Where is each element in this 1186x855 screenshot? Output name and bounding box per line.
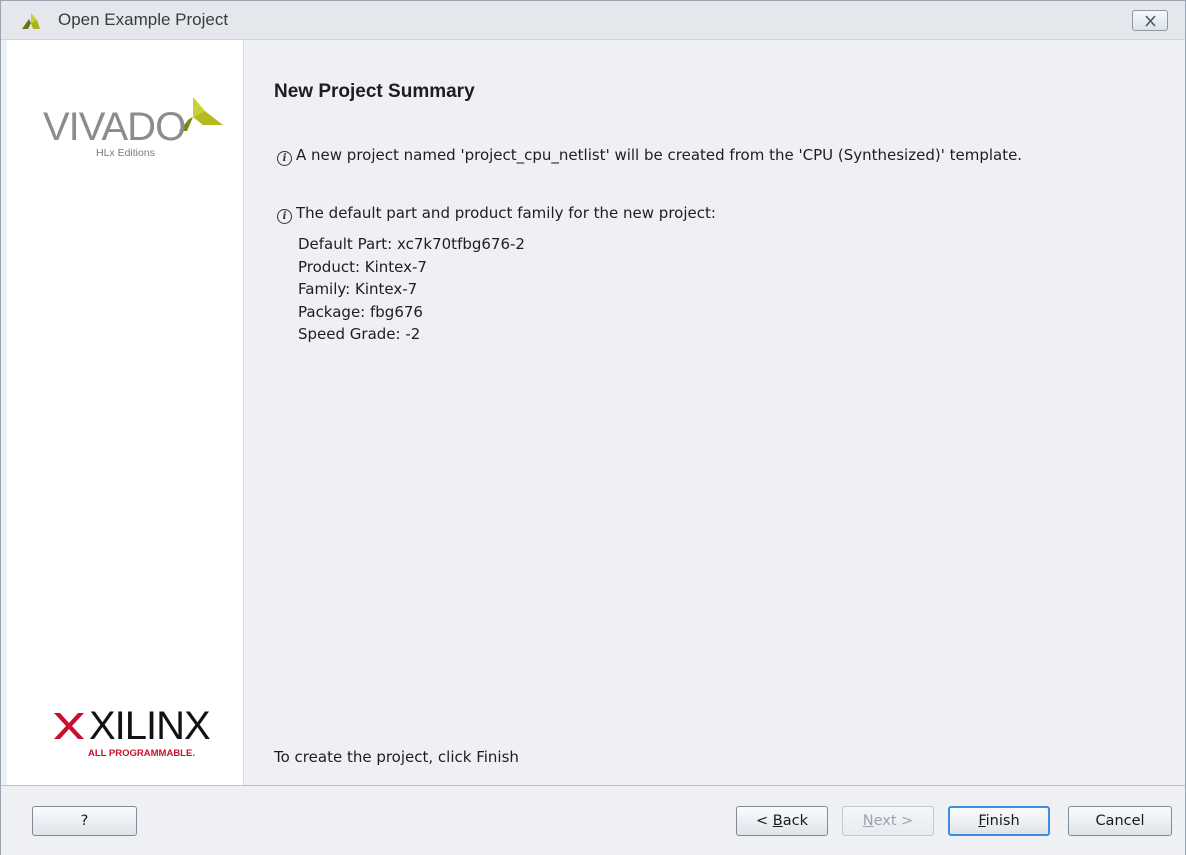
package-line: Package: fbg676: [298, 302, 423, 321]
part-info-message: i The default part and product family for…: [277, 204, 716, 224]
finish-rest: inish: [985, 813, 1020, 829]
window-title: Open Example Project: [58, 10, 229, 29]
vivado-logo-icon: [22, 13, 40, 29]
close-icon: [1145, 15, 1156, 27]
button-bar: ? < Back Next > Finish Cancel: [1, 785, 1185, 855]
back-rest: ack: [782, 813, 808, 829]
page-title: New Project Summary: [274, 81, 475, 102]
project-info-message: i A new project named 'project_cpu_netlis…: [277, 146, 1022, 166]
xilinx-mark-icon: [54, 713, 84, 739]
vivado-edition-text: HLx Editions: [96, 147, 155, 159]
content-panel: New Project Summary i A new project named…: [244, 40, 1185, 785]
info-icon: i: [277, 209, 292, 224]
vivado-logo: VIVADO HLx Editions: [43, 95, 233, 175]
back-prefix: <: [756, 813, 773, 829]
product-line: Product: Kintex-7: [298, 257, 427, 276]
close-button[interactable]: [1132, 10, 1168, 31]
family-line: Family: Kintex-7: [298, 280, 418, 298]
help-button[interactable]: ?: [32, 806, 137, 836]
xilinx-tagline: ALL PROGRAMMABLE.: [88, 748, 195, 759]
dialog-window: Open Example Project VIVADO HLx Editions…: [0, 0, 1186, 855]
back-button[interactable]: < Back: [736, 806, 828, 836]
vivado-wordmark: VIVADO: [43, 105, 186, 149]
next-mnemonic: N: [862, 813, 874, 829]
cancel-button[interactable]: Cancel: [1068, 806, 1172, 836]
title-bar[interactable]: Open Example Project: [1, 1, 1185, 40]
finish-mnemonic: F: [978, 813, 986, 829]
xilinx-logo: XILINX ALL PROGRAMMABLE.: [47, 704, 237, 778]
left-branding-panel: VIVADO HLx Editions XILINX ALL PROGRAMMA…: [7, 40, 244, 785]
back-mnemonic: B: [772, 813, 783, 829]
part-details: Default Part: xc7k70tfbg676-2 Product: K…: [298, 233, 525, 346]
project-info-text: A new project named 'project_cpu_netlist…: [296, 146, 1023, 164]
next-rest: ext >: [873, 813, 914, 829]
finish-button[interactable]: Finish: [948, 806, 1050, 836]
xilinx-wordmark: XILINX: [89, 704, 211, 748]
finish-hint: To create the project, click Finish: [274, 748, 519, 766]
next-button[interactable]: Next >: [842, 806, 934, 836]
info-icon: i: [277, 151, 292, 166]
default-part-line: Default Part: xc7k70tfbg676-2: [298, 235, 525, 253]
part-info-text: The default part and product family for …: [296, 204, 716, 222]
speed-grade-line: Speed Grade: -2: [298, 325, 421, 343]
